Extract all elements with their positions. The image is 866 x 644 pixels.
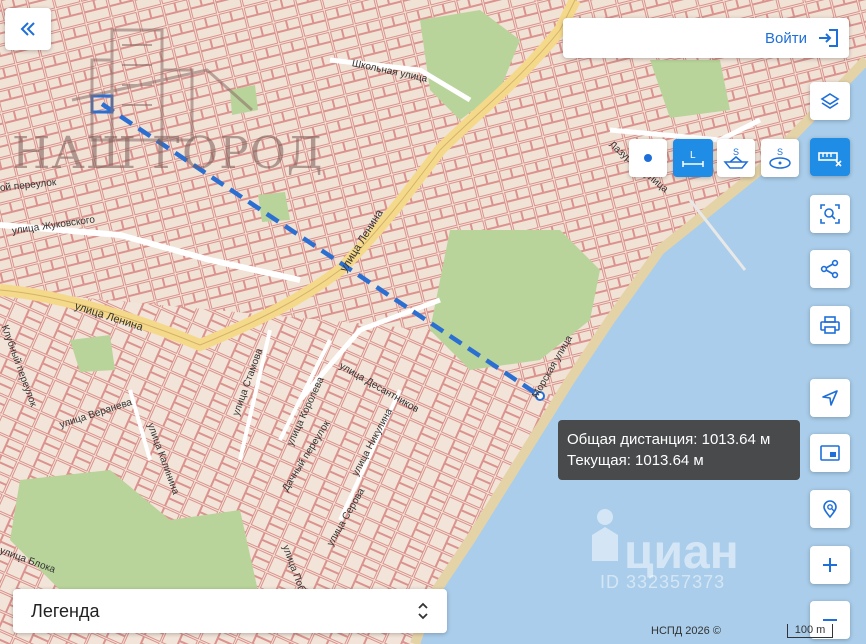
measure-area-button[interactable]: S (717, 139, 755, 177)
search-location-button[interactable] (810, 490, 850, 528)
measure-circle-button[interactable]: S (761, 139, 799, 177)
locate-button[interactable] (810, 379, 850, 417)
minimap-button[interactable] (810, 434, 850, 472)
location-search-icon (823, 500, 837, 519)
line-measure-icon: L (682, 150, 704, 167)
map-credit: НСПД 2026 © (651, 625, 721, 637)
share-button[interactable] (810, 250, 850, 288)
listing-id: ID 332357373 (600, 572, 726, 592)
select-area-button[interactable] (810, 195, 850, 233)
distance-tooltip: Общая дистанция: 1013.64 м Текущая: 1013… (558, 420, 800, 480)
layers-button[interactable] (810, 82, 850, 120)
scale-bar: 100 m (787, 624, 833, 638)
chevron-up-down-icon (418, 602, 428, 620)
login-label: Войти (765, 29, 807, 47)
svg-text:S: S (777, 147, 783, 157)
print-button[interactable] (810, 306, 850, 344)
legend-label: Легенда (31, 600, 100, 621)
area-measure-icon: S (723, 147, 749, 169)
total-distance: Общая дистанция: 1013.64 м (567, 431, 771, 448)
navigation-arrow-icon (822, 390, 838, 406)
zoom-in-button[interactable] (810, 546, 850, 584)
svg-text:S: S (733, 147, 739, 157)
select-search-icon (820, 204, 840, 224)
share-icon (820, 259, 839, 279)
measure-point-button[interactable] (629, 139, 667, 177)
brand-watermark-text: НАШ ГОРОД (12, 128, 324, 179)
plus-icon (823, 558, 837, 572)
login-button[interactable]: Войти (563, 18, 849, 58)
point-icon (644, 154, 652, 162)
double-chevron-left-icon (20, 22, 35, 36)
collapse-panel-button[interactable] (5, 8, 51, 50)
sign-in-icon (819, 29, 838, 47)
legend-select[interactable]: Легенда (13, 589, 447, 633)
minimap-icon (820, 445, 840, 461)
current-distance: Текущая: 1013.64 м (567, 452, 704, 469)
svg-text:L: L (690, 150, 696, 161)
scale-label: 100 m (794, 624, 826, 636)
cian-logo-icon (592, 509, 618, 561)
measure-line-button[interactable]: L (673, 139, 713, 177)
printer-icon (820, 316, 840, 334)
ruler-icon (818, 152, 842, 167)
layers-icon (820, 93, 840, 109)
measure-tool-button[interactable] (810, 138, 850, 176)
circle-measure-icon: S (769, 147, 791, 169)
